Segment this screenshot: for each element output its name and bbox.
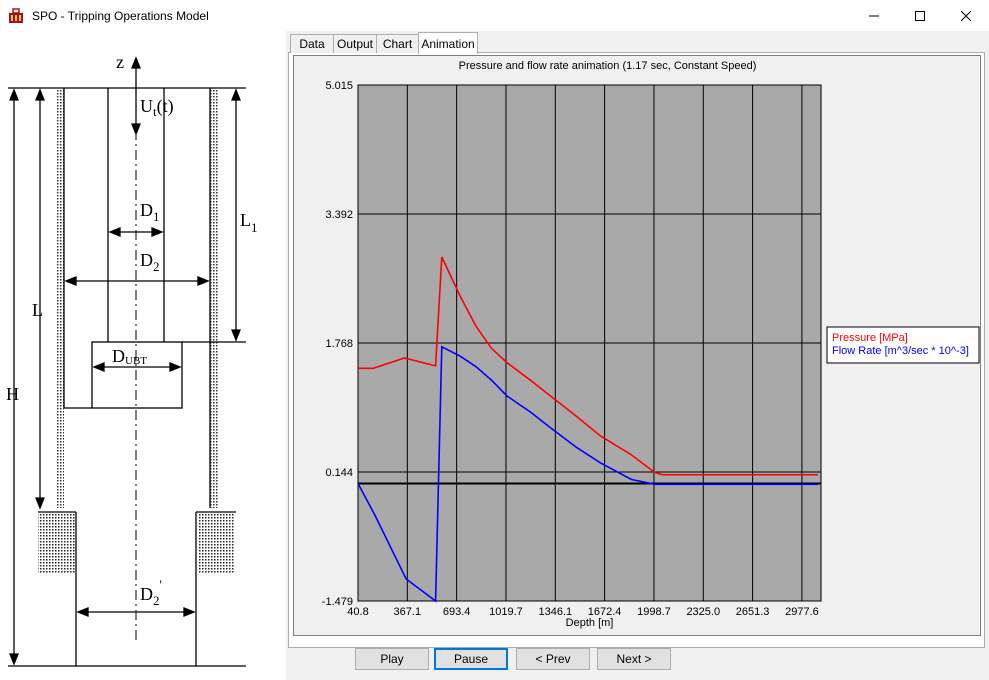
x-tick-label: 2977.6 — [785, 606, 819, 618]
close-button[interactable] — [943, 0, 989, 31]
d2-prime-label: D2' — [140, 577, 162, 608]
minimize-button[interactable] — [851, 0, 897, 31]
legend-entry: Pressure [MPa] — [832, 332, 908, 344]
prev-button[interactable]: < Prev — [516, 648, 590, 670]
legend-entry: Flow Rate [m^3/sec * 10^-3] — [832, 345, 969, 357]
tab-animation[interactable]: Animation — [418, 32, 478, 54]
y-tick-label: -1.479 — [322, 596, 353, 608]
h-label: H — [6, 384, 19, 404]
d1-label: D1 — [140, 200, 160, 224]
tab-data[interactable]: Data — [290, 34, 334, 53]
x-tick-label: 367.1 — [394, 606, 422, 618]
x-tick-label: 693.4 — [443, 606, 471, 618]
title-bar: SPO - Tripping Operations Model — [0, 0, 989, 31]
tab-chart[interactable]: Chart — [376, 34, 419, 53]
y-tick-label: 0.144 — [325, 467, 353, 479]
d2-label: D2 — [140, 250, 160, 274]
well-schematic: z Ut(t) D1 D2 L1 L H DUBT D2' — [6, 52, 258, 667]
l1-label: L1 — [240, 210, 258, 235]
x-tick-label: 2325.0 — [686, 606, 720, 618]
x-axis-label: Depth [m] — [566, 617, 614, 629]
x-tick-label: 1998.7 — [637, 606, 671, 618]
y-tick-label: 1.768 — [325, 338, 353, 350]
app-icon — [9, 8, 23, 23]
ut-label: Ut(t) — [140, 96, 174, 119]
tab-output[interactable]: Output — [333, 34, 377, 53]
pause-button[interactable]: Pause — [434, 648, 508, 670]
maximize-button[interactable] — [897, 0, 943, 31]
casing-walls — [56, 88, 218, 508]
minimize-icon — [869, 15, 879, 16]
y-tick-label: 3.392 — [325, 209, 353, 221]
x-tick-label: 2651.3 — [736, 606, 770, 618]
close-icon — [961, 10, 971, 21]
well-schematic-panel: z Ut(t) D1 D2 L1 L H DUBT D2' — [0, 31, 286, 680]
x-tick-label: 1019.7 — [489, 606, 523, 618]
play-button[interactable]: Play — [355, 648, 429, 670]
l-label: L — [32, 300, 43, 320]
chart-title: Pressure and flow rate animation (1.17 s… — [459, 60, 757, 72]
y-tick-label: 5.015 — [325, 80, 353, 92]
maximize-icon — [915, 10, 925, 21]
window-title: SPO - Tripping Operations Model — [32, 9, 209, 23]
chart-canvas: Pressure and flow rate animation (1.17 s… — [322, 60, 980, 629]
animation-chart: Pressure and flow rate animation (1.17 s… — [293, 55, 981, 636]
z-label: z — [116, 52, 124, 72]
next-button[interactable]: Next > — [597, 648, 671, 670]
dubt-label: DUBT — [112, 346, 147, 367]
